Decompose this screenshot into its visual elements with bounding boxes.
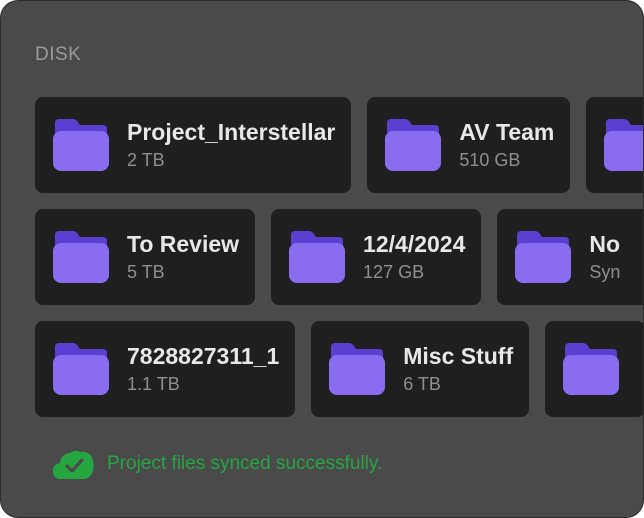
- folder-row: 7828827311_1 1.1 TB Misc Stuff 6 TB: [35, 321, 643, 417]
- folder-card[interactable]: [586, 97, 643, 193]
- folder-card[interactable]: [545, 321, 643, 417]
- folder-row: To Review 5 TB 12/4/2024 127 GB No Syn: [35, 209, 643, 305]
- folder-name: AV Team: [459, 119, 555, 145]
- sync-status-text: Project files synced successfully.: [107, 453, 383, 474]
- folder-text: AV Team 510 GB: [459, 118, 554, 172]
- folder-size: 2 TB: [127, 150, 165, 170]
- folder-name: 12/4/2024: [363, 231, 466, 257]
- disk-panel: DISK Project_Interstellar 2 TB AV Team 5…: [0, 0, 644, 518]
- folder-name: Project_Interstellar: [127, 119, 336, 145]
- folder-card[interactable]: No Syn: [497, 209, 643, 305]
- folder-card[interactable]: Project_Interstellar 2 TB: [35, 97, 352, 193]
- folder-size: 6 TB: [403, 374, 441, 394]
- folder-card[interactable]: To Review 5 TB: [35, 209, 256, 305]
- cloud-check-icon: [53, 450, 94, 479]
- folder-size: 510 GB: [459, 150, 521, 170]
- folder-card[interactable]: Misc Stuff 6 TB: [311, 321, 530, 417]
- section-label: DISK: [35, 44, 82, 65]
- folder-name: No: [589, 231, 621, 257]
- folder-name: Misc Stuff: [403, 343, 514, 369]
- folder-size: Syn: [589, 262, 621, 282]
- folder-icon: [53, 231, 109, 283]
- folder-icon: [53, 343, 109, 395]
- folder-card[interactable]: AV Team 510 GB: [367, 97, 571, 193]
- folder-card[interactable]: 12/4/2024 127 GB: [271, 209, 482, 305]
- folder-text: 7828827311_1 1.1 TB: [127, 342, 279, 396]
- folder-icon: [329, 343, 386, 395]
- folder-icon: [563, 343, 620, 395]
- folder-text: 12/4/2024 127 GB: [363, 230, 465, 284]
- folder-card[interactable]: 7828827311_1 1.1 TB: [35, 321, 296, 417]
- folder-icon: [604, 119, 643, 171]
- folder-name: 7828827311_1: [127, 343, 280, 369]
- folder-icon: [289, 231, 346, 283]
- folder-size: 5 TB: [127, 262, 165, 282]
- folder-text: No Syn: [589, 230, 620, 284]
- sync-status: Project files synced successfully.: [51, 447, 382, 481]
- folder-text: Project_Interstellar 2 TB: [127, 118, 335, 172]
- folder-size: 1.1 TB: [127, 374, 180, 394]
- folder-text: Misc Stuff 6 TB: [403, 342, 513, 396]
- folder-size: 127 GB: [363, 262, 425, 282]
- folder-row: Project_Interstellar 2 TB AV Team 510 GB: [35, 97, 643, 193]
- folder-icon: [515, 231, 572, 283]
- folder-name: To Review: [127, 231, 240, 257]
- folder-icon: [53, 119, 109, 171]
- folder-icon: [385, 119, 442, 171]
- folder-text: To Review 5 TB: [127, 230, 239, 284]
